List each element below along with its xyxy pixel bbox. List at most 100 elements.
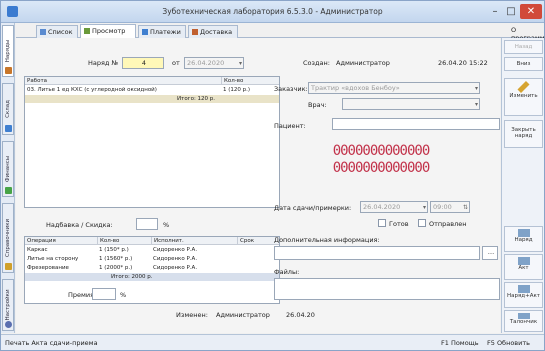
title-bar: Зуботехническая лаборатория 6.5.3.0 - Ад… [1, 1, 544, 23]
status-bar: Печать Акта сдачи-приема F1 Помощь F5 Об… [1, 334, 544, 350]
sent-checkbox[interactable] [418, 219, 426, 227]
back-button[interactable]: Назад [504, 40, 543, 54]
chevron-down-icon: ▾ [474, 85, 478, 92]
left-tab-settings[interactable]: Настройки [2, 279, 14, 331]
works-table-header: Работа Кол-во [25, 77, 279, 85]
markup-unit: % [163, 221, 170, 229]
print-order-act-button[interactable]: Наряд+Акт [504, 282, 543, 308]
calendar-icon: ▾ [238, 60, 242, 67]
table-row[interactable]: Каркас 1 (150* р.) Сидоренко Р.А. [25, 246, 279, 254]
app-window: Зуботехническая лаборатория 6.5.3.0 - Ад… [0, 0, 545, 351]
ready-checkbox[interactable] [378, 219, 386, 227]
view-tabs: Список Просмотр Платежи Доставка О прогр… [16, 24, 545, 42]
order-number-label: Наряд № [88, 59, 119, 67]
operations-table-header: Операция Кол-во Исполнит. Срок [25, 237, 279, 245]
markup-field[interactable] [136, 218, 158, 230]
delivery-date-value: 26.04.2020 [363, 203, 401, 211]
left-tab-warehouse[interactable]: Склад [2, 83, 14, 135]
op-worker: Сидоренко Р.А. [153, 247, 198, 253]
sent-label: Отправлен [429, 220, 467, 228]
window-title: Зуботехническая лаборатория 6.5.3.0 - Ад… [162, 7, 383, 16]
tab-delivery[interactable]: Доставка [188, 25, 238, 38]
changed-label: Изменен: [176, 311, 208, 319]
doctor-label: Врач: [308, 101, 327, 109]
tab-view[interactable]: Просмотр [80, 24, 136, 38]
created-label: Создан: [303, 59, 330, 67]
doctor-field[interactable]: ▾ [342, 98, 480, 110]
table-row[interactable]: 03. Литье 1 ед КХС (с углеродной оксидно… [25, 86, 279, 94]
left-tab-label: Финансы [5, 155, 11, 183]
tab-label: Список [48, 28, 73, 36]
extra-info-label: Дополнительная информация: [274, 236, 380, 244]
extra-info-button[interactable]: … [482, 246, 498, 260]
column-header: Исполнит. [151, 237, 237, 244]
directories-icon [5, 263, 12, 270]
print-order-label: Наряд [514, 237, 533, 243]
left-tab-label: Справочники [5, 218, 11, 258]
patient-field[interactable] [332, 118, 500, 130]
orders-icon [5, 67, 12, 74]
print-act-button[interactable]: Акт [504, 254, 543, 280]
pencil-icon [517, 80, 530, 94]
left-tab-directories[interactable]: Справочники [2, 203, 14, 273]
delivery-icon [192, 29, 198, 35]
minimize-button[interactable]: – [488, 4, 502, 19]
extra-info-field[interactable] [274, 246, 480, 260]
tab-list[interactable]: Список [36, 25, 78, 38]
left-tab-label: Наряды [5, 39, 11, 63]
markup-label: Надбавка / Скидка: [46, 221, 113, 229]
patient-label: Пациент: [274, 122, 306, 130]
order-view-panel: Наряд № 4 от 26.04.2020 ▾ Создан: Админис… [16, 38, 500, 333]
close-order-button[interactable]: Закрыть наряд [504, 120, 543, 148]
left-tab-finance[interactable]: Финансы [2, 141, 14, 197]
tab-payments[interactable]: Платежи [138, 25, 186, 38]
refresh-hint[interactable]: F5 Обновить [487, 339, 530, 347]
files-label: Файлы: [274, 268, 300, 276]
bonus-field[interactable] [92, 288, 116, 300]
print-ticket-button[interactable]: Талончик [504, 310, 543, 332]
teeth-formula[interactable]: 0000000000000 [286, 143, 476, 159]
maximize-button[interactable]: □ [504, 4, 518, 19]
print-order-button[interactable]: Наряд [504, 226, 543, 252]
table-row[interactable]: Литье на сторону 1 (1560* р.) Сидоренко … [25, 255, 279, 263]
finance-icon [5, 187, 12, 194]
works-table[interactable]: Работа Кол-во 03. Литье 1 ед КХС (с угле… [24, 76, 280, 208]
delivery-label: Дата сдачи/примерки: [274, 204, 352, 212]
order-number-field[interactable]: 4 [122, 57, 164, 69]
close-button[interactable]: ✕ [520, 4, 542, 19]
left-tab-label: Настройки [5, 289, 11, 321]
op-qty: 1 (2000* р.) [99, 265, 133, 271]
op-term [237, 264, 279, 272]
op-qty: 1 (150* р.) [99, 247, 129, 253]
printer-icon [517, 257, 530, 265]
operations-total-row: Итого: 2000 р. [25, 273, 279, 281]
files-field[interactable] [274, 278, 500, 300]
delivery-time-field[interactable]: 09:00 ⇅ [430, 201, 470, 213]
order-date-field[interactable]: 26.04.2020 ▾ [184, 57, 244, 69]
delivery-date-field[interactable]: 26.04.2020 ▾ [360, 201, 428, 213]
view-icon [84, 28, 90, 34]
calendar-icon: ▾ [422, 204, 426, 211]
op-term [237, 255, 279, 263]
op-name: Литье на сторону [27, 256, 79, 262]
operations-table[interactable]: Операция Кол-во Исполнит. Срок Каркас 1 … [24, 236, 280, 304]
help-hint[interactable]: F1 Помощь [441, 339, 479, 347]
edit-button[interactable]: Изменить [504, 78, 543, 116]
forward-button[interactable]: Вниз [504, 57, 543, 71]
column-header: Кол-во [97, 237, 151, 244]
left-tab-orders[interactable]: Наряды [2, 25, 14, 77]
column-header: Операция [27, 238, 56, 244]
bonus-unit: % [120, 291, 127, 299]
customer-field[interactable]: Трактир «вдохов Бенбоу» ▾ [308, 82, 480, 94]
warehouse-icon [5, 125, 12, 132]
column-header: Кол-во [221, 77, 279, 84]
print-act-label: Акт [518, 265, 529, 271]
operations-total: Итого: 2000 р. [111, 274, 153, 280]
print-order-act-label: Наряд+Акт [506, 293, 540, 299]
teeth-formula-lower[interactable]: 0000000000000 [286, 160, 476, 176]
list-icon [40, 29, 46, 35]
left-tab-strip: Наряды Склад Финансы Справочники Настрой… [1, 23, 15, 333]
table-row[interactable]: Фрезерование 1 (2000* р.) Сидоренко Р.А. [25, 264, 279, 272]
changed-by: Администратор [216, 311, 270, 319]
delivery-time-value: 09:00 [433, 203, 452, 211]
